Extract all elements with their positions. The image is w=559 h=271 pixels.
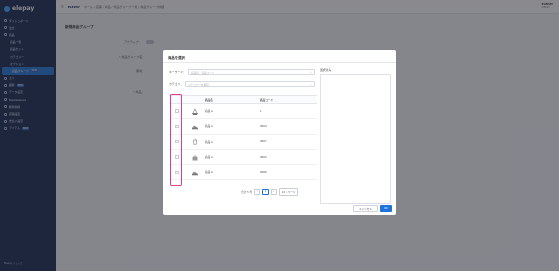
product-name: 商品 A xyxy=(205,140,213,144)
product-image-cell xyxy=(185,107,205,115)
keyword-placeholder: 商品名、商品コード xyxy=(191,72,215,76)
header-code: 商品コード xyxy=(260,98,273,102)
table-body: 商品 A 1 商品 A 0004 商品 A 0007 商品 A 0002 商品 A 0006 xyxy=(169,104,317,181)
search-icon[interactable]: ⌕ xyxy=(311,71,312,74)
product-table: 商品名 商品コード 商品 A 1 商品 A 0004 商品 A 0007 商品 A 0002 商… xyxy=(169,95,317,181)
product-image-cell xyxy=(185,138,205,146)
prev-page-button[interactable]: ‹ xyxy=(254,188,261,195)
product-image-cell xyxy=(185,154,205,161)
product-image-cell xyxy=(185,169,205,176)
table-row[interactable]: 商品 A 0006 xyxy=(169,165,317,181)
table-row[interactable]: 商品 A 0007 xyxy=(169,135,317,150)
category-select[interactable]: カテゴリーを選択 ⌄ xyxy=(185,81,315,87)
chevron-down-icon: ⌄ xyxy=(309,82,312,86)
shoe-icon xyxy=(192,171,198,176)
shoe-icon xyxy=(192,125,198,130)
product-code: 0002 xyxy=(260,155,267,159)
product-code: 1 xyxy=(260,109,262,113)
cake-icon xyxy=(192,154,198,161)
table-header: 商品名 商品コード xyxy=(169,96,317,104)
table-row[interactable]: 商品 A 1 xyxy=(169,104,317,120)
product-name: 商品 A xyxy=(205,110,213,114)
product-image-cell xyxy=(185,123,205,130)
keyword-input[interactable]: 商品名、商品コード ⌕ xyxy=(188,69,315,75)
ok-button[interactable]: OK xyxy=(380,205,392,212)
product-name: 商品 A xyxy=(205,125,213,129)
product-code: 0004 xyxy=(260,124,267,128)
dessert-icon xyxy=(192,107,198,115)
checkbox-column-highlight xyxy=(170,94,182,186)
product-code: 0006 xyxy=(260,170,267,174)
keyword-label: キーワード： xyxy=(169,70,186,74)
page-size-select[interactable]: 10 / ページ xyxy=(278,188,299,196)
next-page-button[interactable]: › xyxy=(270,188,277,195)
selected-products-list[interactable] xyxy=(320,74,391,204)
table-row[interactable]: 商品 A 0004 xyxy=(169,119,317,135)
category-label: カテゴリ： xyxy=(169,82,183,86)
product-code: 0007 xyxy=(260,140,267,144)
product-name: 商品 A xyxy=(205,171,213,175)
pagination: 合計 5 件 ‹ 1 › 10 / ページ xyxy=(241,188,299,196)
modal-divider xyxy=(163,62,396,63)
pager-total: 合計 5 件 xyxy=(241,190,253,194)
header-name: 商品名 xyxy=(205,98,213,102)
modal-title: 商品を選択 xyxy=(168,56,185,60)
cancel-button[interactable]: キャンセル xyxy=(353,205,378,212)
table-row[interactable]: 商品 A 0002 xyxy=(169,150,317,166)
selected-label: 選択済み： xyxy=(320,68,334,72)
product-name: 商品 A xyxy=(205,156,213,160)
page-1-button[interactable]: 1 xyxy=(262,188,269,195)
category-placeholder: カテゴリーを選択 xyxy=(188,84,209,88)
drink-cup-icon xyxy=(193,138,197,146)
select-product-modal: 商品を選択 キーワード： 商品名、商品コード ⌕ カテゴリ： カテゴリーを選択 … xyxy=(163,50,396,215)
